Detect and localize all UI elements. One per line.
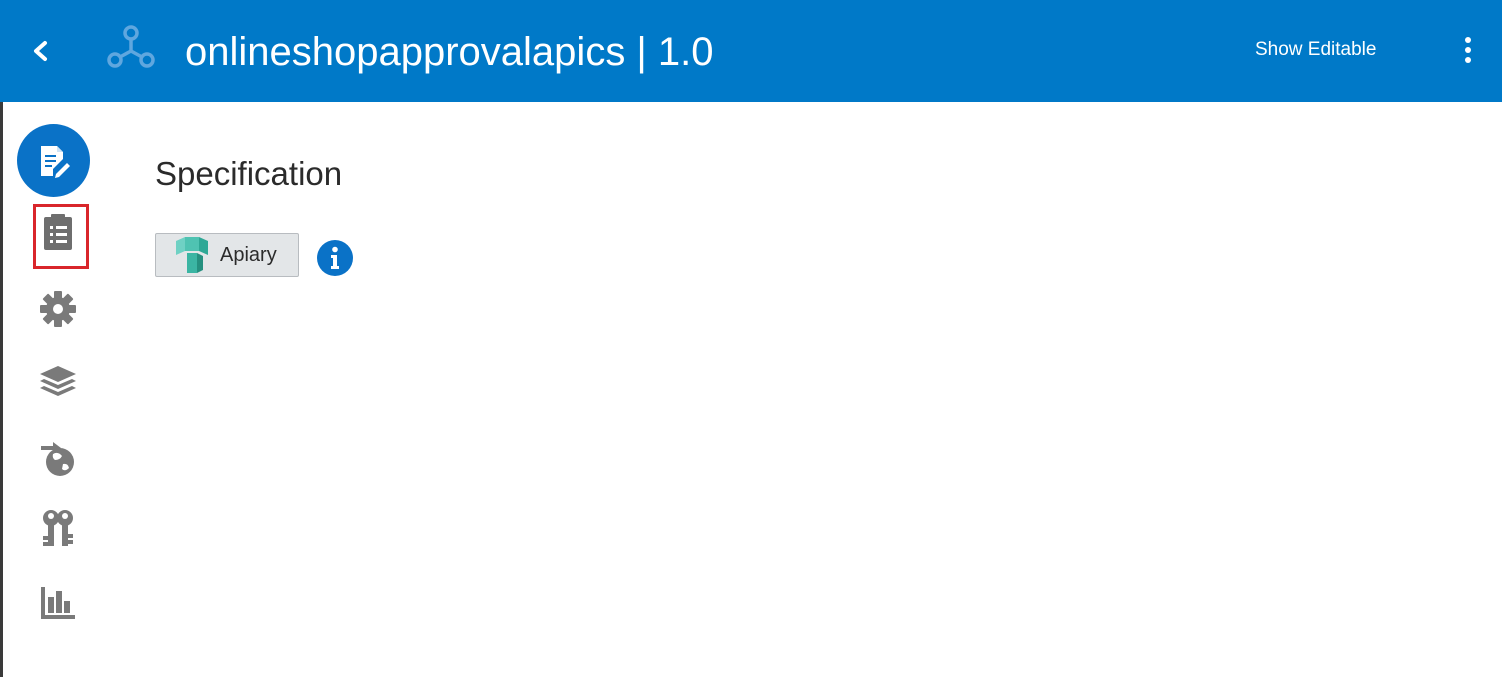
chevron-left-icon [34, 41, 47, 61]
api-network-icon [107, 25, 155, 68]
page: onlineshopapprovalapics | 1.0 Show Edita… [0, 0, 1502, 677]
nav-grants[interactable] [33, 504, 83, 554]
keys-icon [43, 510, 73, 546]
kebab-menu-icon [1465, 37, 1471, 63]
layers-icon [40, 366, 76, 396]
nav-layers[interactable] [33, 357, 83, 407]
show-editable-link[interactable]: Show Editable [1255, 38, 1376, 62]
nav-settings[interactable] [33, 284, 83, 334]
api-title: onlineshopapprovalapics | 1.0 [185, 30, 714, 74]
apiary-button-label: Apiary [220, 243, 277, 266]
nav-highlight-box [33, 204, 89, 269]
apiary-logo-icon [176, 237, 208, 273]
nav-specification[interactable] [17, 124, 90, 197]
nav-analytics[interactable] [33, 578, 83, 628]
info-icon[interactable] [317, 240, 353, 276]
more-options-button[interactable] [1458, 36, 1478, 64]
gear-icon [40, 291, 76, 327]
section-title: Specification [155, 155, 343, 192]
globe-arrow-icon [41, 442, 74, 476]
apiary-button[interactable]: Apiary [155, 233, 299, 277]
back-button[interactable] [24, 34, 58, 68]
header-bar: onlineshopapprovalapics | 1.0 Show Edita… [0, 0, 1502, 102]
bar-chart-icon [41, 587, 75, 619]
nav-deployments[interactable] [33, 433, 83, 483]
document-edit-icon [40, 145, 70, 178]
